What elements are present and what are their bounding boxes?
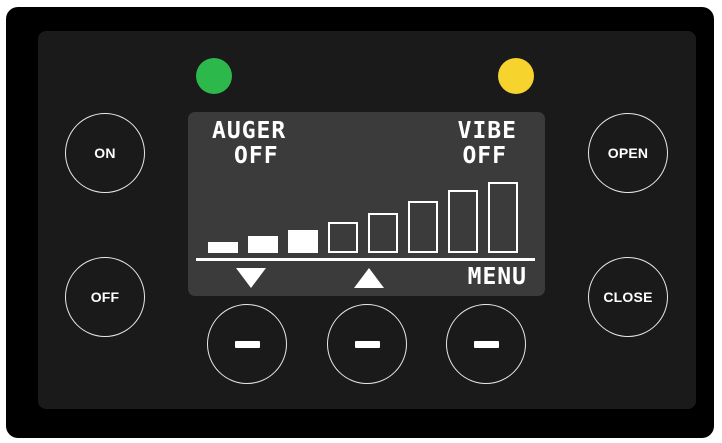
level-bar-2 (248, 236, 278, 253)
menu-label: MENU (467, 264, 527, 290)
level-bar-4 (328, 222, 358, 253)
level-bar-7 (448, 190, 478, 253)
close-button[interactable]: CLOSE (588, 257, 668, 337)
level-bar-3 (288, 230, 318, 253)
status-led-green (196, 58, 232, 94)
on-button-label: ON (94, 145, 116, 161)
soft-key-up[interactable] (327, 304, 407, 384)
level-bar-5 (368, 213, 398, 253)
down-arrow-icon (236, 268, 266, 288)
dash-icon (354, 340, 380, 348)
level-bar-6 (408, 201, 438, 253)
dash-icon (473, 340, 499, 348)
close-button-label: CLOSE (603, 289, 653, 305)
status-led-yellow (498, 58, 534, 94)
vibe-state: OFF (462, 143, 507, 169)
soft-key-menu[interactable] (446, 304, 526, 384)
lcd-display: AUGER OFF VIBE OFF MENU (188, 112, 545, 296)
open-button[interactable]: OPEN (588, 113, 668, 193)
dash-icon (234, 340, 260, 348)
on-button[interactable]: ON (65, 113, 145, 193)
off-button-label: OFF (90, 289, 120, 305)
level-bar-1 (208, 242, 238, 253)
open-button-label: OPEN (607, 145, 649, 161)
level-bar-8 (488, 182, 518, 253)
auger-state: OFF (234, 143, 279, 169)
auger-label: AUGER (212, 118, 287, 144)
lcd-divider (196, 258, 535, 261)
off-button[interactable]: OFF (65, 257, 145, 337)
soft-key-down[interactable] (207, 304, 287, 384)
vibe-label: VIBE (457, 118, 517, 144)
up-arrow-icon (354, 268, 384, 288)
